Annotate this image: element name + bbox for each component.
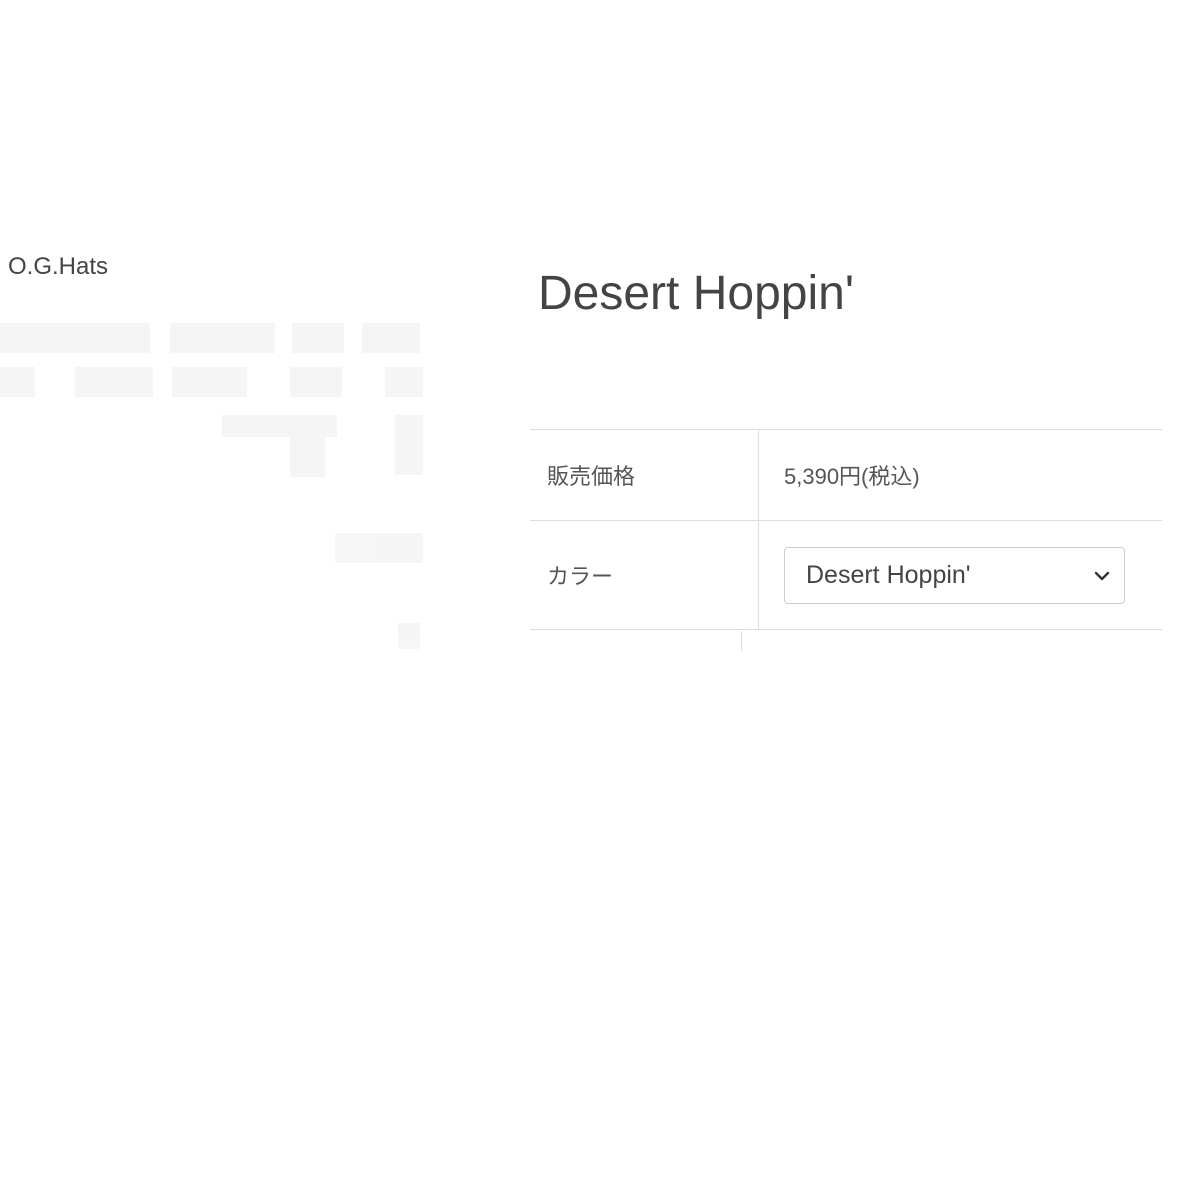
color-cell: Desert Hoppin' [758,520,1162,630]
color-row: カラー Desert Hoppin' [530,520,1162,630]
brand-name[interactable]: O.G.Hats [8,253,108,281]
color-label: カラー [530,520,759,630]
color-select[interactable]: Desert Hoppin' [784,546,1125,604]
chevron-down-icon [1094,571,1110,580]
price-row: 販売価格 5,390円(税込) [530,429,1162,521]
price-label: 販売価格 [530,429,759,521]
product-page: O.G.Hats Desert Hoppin' 販売価格 5,390円(税込) … [0,0,1200,1200]
product-image [0,315,430,655]
price-value: 5,390円(税込) [758,429,1162,521]
product-title: Desert Hoppin' [538,267,854,320]
spec-table: 販売価格 5,390円(税込) カラー Desert Hoppin' [530,429,1162,630]
table-divider [741,631,742,651]
color-select-value: Desert Hoppin' [806,560,971,589]
